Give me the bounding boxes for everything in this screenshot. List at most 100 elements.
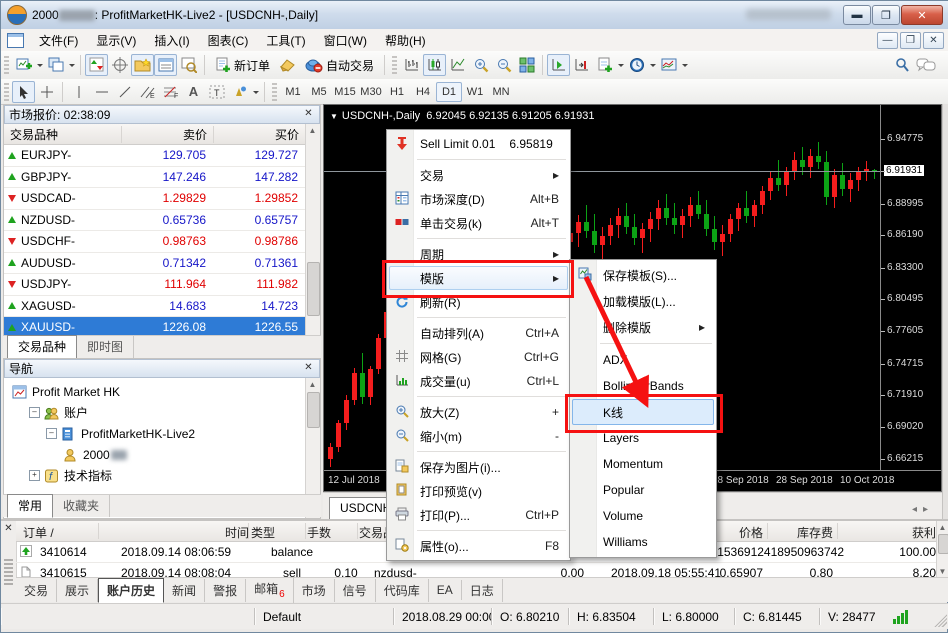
navigator-tab-0[interactable]: 常用: [7, 494, 53, 518]
expand-icon[interactable]: +: [29, 470, 40, 481]
terminal-scrollbar[interactable]: ▲ ▼: [936, 521, 948, 578]
periods-button[interactable]: [625, 54, 648, 76]
timeframe-button-d1[interactable]: D1: [436, 82, 462, 102]
child-minimize-button[interactable]: —: [877, 32, 898, 49]
minimize-button[interactable]: ▬: [843, 5, 871, 25]
navigator-item-1[interactable]: –账户: [6, 402, 305, 423]
column-header-3[interactable]: 手数: [307, 524, 331, 541]
history-row-1[interactable]: 34106152018.09.14 08:08:04sell0.10nzdusd…: [16, 562, 937, 578]
menubar-item-4[interactable]: 工具(T): [257, 30, 314, 51]
column-header-2[interactable]: 买价: [214, 126, 306, 143]
profiles-button[interactable]: [44, 54, 67, 76]
menubar-item-0[interactable]: 文件(F): [30, 30, 87, 51]
navigator-tab-1[interactable]: 收藏夹: [53, 495, 110, 517]
close-icon[interactable]: ✕: [2, 523, 15, 536]
timeframe-button-m5[interactable]: M5: [306, 82, 332, 102]
navigator-header[interactable]: 导航 ✕: [4, 359, 320, 378]
market-watch-row-gbpjpy[interactable]: GBPJPY-147.246147.282: [4, 167, 306, 189]
terminal-tab-9[interactable]: EA: [429, 580, 462, 600]
column-header-0[interactable]: 订单 /: [23, 524, 54, 541]
toolbar-grip[interactable]: [4, 83, 9, 101]
menubar-item-5[interactable]: 窗口(W): [315, 30, 376, 51]
navigator-item-4[interactable]: +f技术指标: [6, 465, 305, 486]
context-menu-item-15[interactable]: 缩小(m)-: [389, 424, 568, 448]
close-icon[interactable]: ✕: [302, 362, 315, 375]
arrows-button[interactable]: [228, 81, 251, 103]
context-menu-item-2[interactable]: 交易▸: [389, 163, 568, 187]
strategy-tester-toggle[interactable]: [177, 54, 200, 76]
timeframe-button-m15[interactable]: M15: [332, 82, 358, 102]
scroll-up-icon[interactable]: ▲: [306, 124, 319, 137]
chat-icon[interactable]: [913, 54, 939, 76]
toolbar-grip[interactable]: [272, 83, 277, 101]
collapse-icon[interactable]: –: [29, 407, 40, 418]
context-menu-item-18[interactable]: 打印预览(v): [389, 479, 568, 503]
timeframe-button-h4[interactable]: H4: [410, 82, 436, 102]
line-chart-button[interactable]: [446, 54, 469, 76]
column-header-0[interactable]: 交易品种: [4, 126, 122, 143]
market-watch-row-eurjpy[interactable]: EURJPY-129.705129.727: [4, 145, 306, 167]
context-menu-item-19[interactable]: 打印(P)...Ctrl+P: [389, 503, 568, 527]
timeframe-button-h1[interactable]: H1: [384, 82, 410, 102]
periods-dropdown[interactable]: [650, 64, 656, 70]
market-watch-row-nzdusd[interactable]: NZDUSD-0.657360.65757: [4, 210, 306, 232]
terminal-tab-1[interactable]: 展示: [57, 579, 98, 602]
terminal-tab-5[interactable]: 邮箱6: [246, 577, 294, 602]
new-chart-button[interactable]: [12, 54, 35, 76]
market-watch-row-usdcad[interactable]: USDCAD-1.298291.29852: [4, 188, 306, 210]
market-watch-column-headers[interactable]: 交易品种卖价买价: [4, 124, 306, 145]
candlestick-chart-button[interactable]: [423, 54, 446, 76]
terminal-tab-4[interactable]: 警报: [205, 579, 246, 602]
chart-window-icon[interactable]: [7, 33, 24, 48]
terminal-toggle[interactable]: [154, 54, 177, 76]
timeframe-button-m1[interactable]: M1: [280, 82, 306, 102]
new-chart-dropdown[interactable]: [37, 64, 43, 70]
context-menu-item-4[interactable]: 单击交易(k)Alt+T: [389, 211, 568, 235]
template-submenu-item-2[interactable]: 删除模版▸: [572, 314, 714, 340]
close-button[interactable]: ✕: [901, 5, 943, 25]
market-watch-row-audusd[interactable]: AUDUSD-0.713420.71361: [4, 253, 306, 275]
scroll-up-icon[interactable]: ▲: [306, 378, 319, 391]
zoom-in-button[interactable]: [469, 54, 492, 76]
market-watch-row-usdjpy[interactable]: USDJPY-111.964111.982: [4, 274, 306, 296]
terminal-grip[interactable]: [4, 559, 13, 587]
market-watch-toggle[interactable]: [85, 54, 108, 76]
close-icon[interactable]: ✕: [302, 108, 315, 121]
terminal-tab-10[interactable]: 日志: [462, 579, 503, 602]
restore-button[interactable]: ❐: [872, 5, 900, 25]
context-menu-item-12[interactable]: 成交量(u)Ctrl+L: [389, 369, 568, 393]
template-submenu-item-4[interactable]: ADX: [572, 347, 714, 373]
price-axis[interactable]: 6.947756.919316.889956.861906.833006.804…: [880, 105, 942, 470]
chart-scrollbar[interactable]: [942, 104, 948, 519]
timeframe-button-mn[interactable]: MN: [488, 82, 514, 102]
cursor-button[interactable]: [12, 81, 35, 103]
terminal-tab-7[interactable]: 信号: [335, 579, 376, 602]
template-submenu-item-0[interactable]: 保存模板(S)...: [572, 262, 714, 288]
terminal-tab-0[interactable]: 交易: [16, 579, 57, 602]
market-watch-tab-1[interactable]: 即时图: [77, 336, 134, 358]
indicators-dropdown[interactable]: [618, 64, 624, 70]
bar-chart-button[interactable]: [400, 54, 423, 76]
template-submenu-item-10[interactable]: Volume: [572, 503, 714, 529]
context-menu-item-17[interactable]: 保存为图片(i)...: [389, 455, 568, 479]
fibonacci-button[interactable]: F: [159, 81, 182, 103]
column-header-right-2[interactable]: 获利: [846, 524, 936, 541]
template-submenu-item-11[interactable]: Williams: [572, 529, 714, 555]
tile-windows-button[interactable]: [515, 54, 538, 76]
resize-grip[interactable]: [934, 614, 947, 627]
market-watch-header[interactable]: 市场报价: 02:38:09 ✕: [4, 105, 320, 124]
template-submenu-item-8[interactable]: Momentum: [572, 451, 714, 477]
scroll-up-icon[interactable]: ▲: [936, 521, 948, 534]
menubar-item-3[interactable]: 图表(C): [199, 30, 258, 51]
terminal-tab-6[interactable]: 市场: [294, 579, 335, 602]
timeframe-button-m30[interactable]: M30: [358, 82, 384, 102]
menubar-item-6[interactable]: 帮助(H): [376, 30, 435, 51]
equidistant-channel-button[interactable]: E: [136, 81, 159, 103]
auto-trading-button[interactable]: 自动交易: [299, 54, 380, 76]
search-icon[interactable]: [890, 54, 913, 76]
terminal-tab-2[interactable]: 账户历史: [98, 578, 164, 603]
arrows-dropdown[interactable]: [253, 91, 259, 97]
column-header-right-1[interactable]: 库存费: [771, 524, 833, 541]
templates-dropdown[interactable]: [682, 64, 688, 70]
collapse-icon[interactable]: –: [46, 428, 57, 439]
